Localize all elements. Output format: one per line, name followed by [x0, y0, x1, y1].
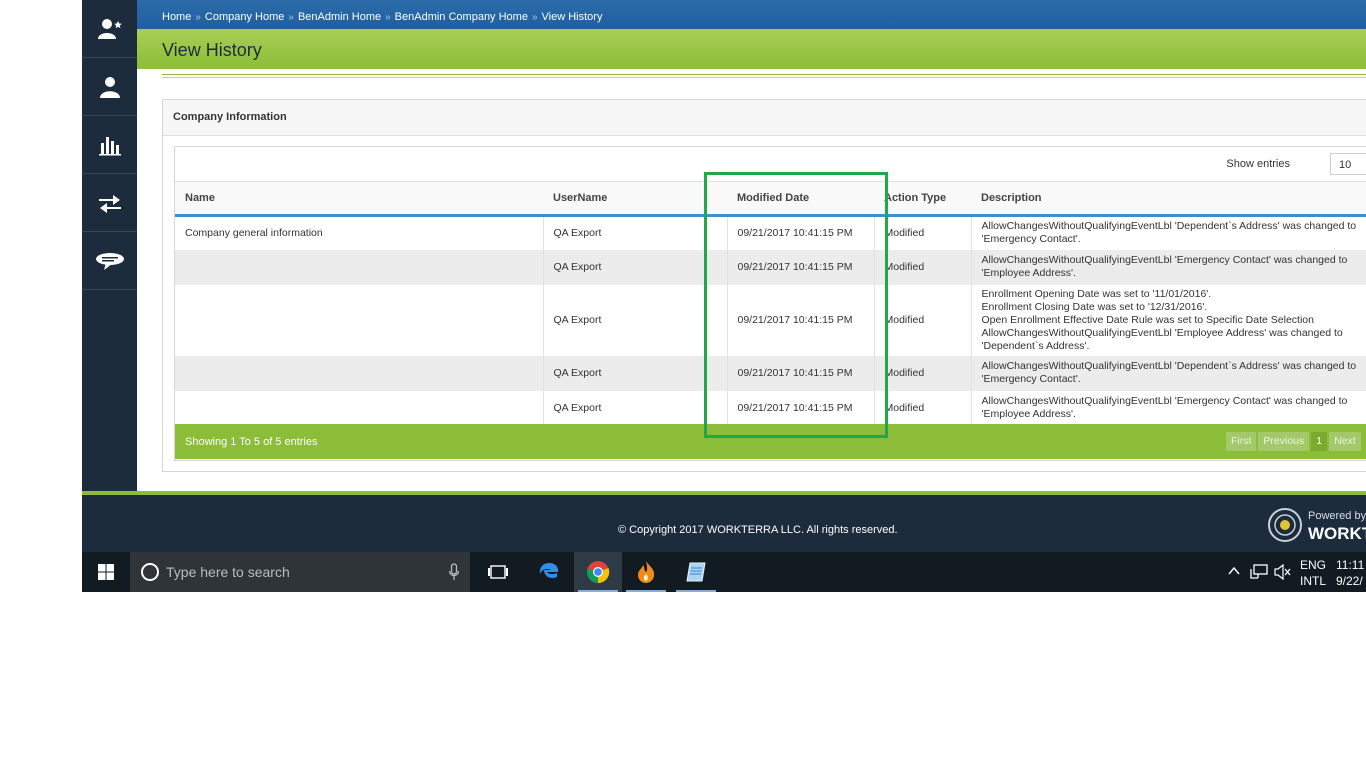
cell-description: AllowChangesWithoutQualifyingEventLbl 'D… — [971, 355, 1366, 391]
breadcrumb-company-home[interactable]: Company Home — [205, 11, 284, 23]
clock-time: 11:11 — [1336, 558, 1365, 572]
chevron-up-icon[interactable] — [1228, 566, 1240, 576]
task-view-icon[interactable] — [474, 552, 522, 592]
notepad-app-icon[interactable] — [672, 552, 720, 592]
cell-action-type: Modified — [874, 390, 972, 426]
breadcrumb-benadmin-home[interactable]: BenAdmin Home — [298, 11, 381, 23]
modified-date-highlight-box — [704, 172, 888, 438]
active-app-indicator — [578, 590, 618, 592]
clock-date: 9/22/ — [1336, 574, 1363, 588]
panel-header: Company Information — [163, 100, 1366, 136]
cell-name — [175, 355, 544, 391]
user-icon[interactable] — [82, 58, 137, 116]
powered-by-logo: Powered by WORKTERRA — [1267, 507, 1366, 543]
entries-per-page-select[interactable]: 10 — [1330, 153, 1366, 175]
cell-username: QA Export — [543, 249, 728, 285]
keyboard-layout: INTL — [1300, 574, 1327, 588]
cell-description: AllowChangesWithoutQualifyingEventLbl 'D… — [971, 215, 1366, 250]
pager-first-button[interactable]: First — [1226, 432, 1257, 451]
left-sidebar — [82, 0, 137, 491]
open-app-indicator — [676, 590, 716, 592]
windows-taskbar: Type here to search ENG INTL 11:11 9/22/ — [82, 552, 1366, 592]
volume-muted-icon[interactable] — [1274, 564, 1292, 580]
network-icon[interactable] — [1250, 564, 1268, 580]
breadcrumb-separator: » — [531, 12, 538, 23]
column-header-name[interactable]: Name — [175, 181, 543, 217]
divider — [162, 77, 1366, 78]
show-entries-label: Show entries — [1226, 158, 1290, 170]
microphone-icon[interactable] — [448, 563, 460, 581]
cell-name — [175, 390, 544, 426]
user-star-icon[interactable] — [82, 0, 137, 58]
panel-title: Company Information — [173, 111, 287, 123]
pager-next-button[interactable]: Next — [1329, 432, 1361, 451]
cell-username: QA Export — [543, 355, 728, 391]
column-header-action-type[interactable]: Action Type — [874, 181, 971, 217]
chrome-browser-icon[interactable] — [574, 552, 622, 592]
search-placeholder: Type here to search — [166, 564, 290, 580]
column-header-username[interactable]: UserName — [543, 181, 727, 217]
cell-username: QA Export — [543, 390, 728, 426]
language-code: ENG — [1300, 558, 1327, 572]
language-indicator[interactable]: ENG INTL — [1300, 557, 1326, 589]
bar-chart-icon[interactable] — [82, 116, 137, 174]
brand-name: WORKTERRA — [1308, 524, 1366, 543]
pager-previous-button[interactable]: Previous — [1258, 432, 1310, 451]
column-header-description[interactable]: Description — [971, 181, 1366, 217]
breadcrumb-separator: » — [385, 12, 391, 23]
flame-app-icon[interactable] — [622, 552, 670, 592]
cell-username: QA Export — [543, 215, 728, 250]
cell-description: AllowChangesWithoutQualifyingEventLbl 'E… — [971, 390, 1366, 426]
breadcrumb-separator: » — [195, 12, 201, 23]
breadcrumb-benadmin-company-home[interactable]: BenAdmin Company Home — [395, 11, 528, 23]
cell-action-type: Modified — [874, 215, 972, 250]
page-title: View History — [162, 40, 262, 60]
cell-name: Company general information — [175, 215, 544, 250]
cell-action-type: Modified — [874, 284, 972, 356]
windows-logo-icon — [98, 564, 114, 580]
edge-browser-icon[interactable] — [525, 552, 573, 592]
taskbar-search-box[interactable]: Type here to search — [130, 552, 470, 592]
entries-summary: Showing 1 To 5 of 5 entries — [185, 436, 318, 448]
cell-name — [175, 249, 544, 285]
chat-bubble-icon[interactable] — [82, 232, 137, 290]
breadcrumb-bar: Home» Company Home» BenAdmin Home» BenAdmin… — [137, 0, 1366, 29]
cell-action-type: Modified — [874, 355, 972, 391]
taskbar-clock[interactable]: 11:11 9/22/ — [1336, 557, 1364, 589]
pager-page-1[interactable]: 1 — [1311, 432, 1328, 451]
divider — [162, 74, 1366, 75]
workterra-logo-icon — [1268, 508, 1302, 542]
open-app-indicator — [626, 590, 666, 592]
breadcrumb-separator: » — [288, 12, 294, 23]
powered-by-label: Powered by — [1308, 510, 1366, 522]
copyright-text: © Copyright 2017 WORKTERRA LLC. All righ… — [618, 524, 898, 536]
windows-start-button[interactable] — [82, 552, 130, 592]
transfer-arrows-icon[interactable] — [82, 174, 137, 232]
site-footer: © Copyright 2017 WORKTERRA LLC. All righ… — [82, 491, 1366, 552]
cell-username: QA Export — [543, 284, 728, 356]
cell-action-type: Modified — [874, 249, 972, 285]
title-bar: View History — [137, 29, 1366, 69]
pagination: First Previous 1 Next — [1226, 432, 1361, 451]
breadcrumb-view-history: View History — [541, 11, 603, 23]
breadcrumb: Home» Company Home» BenAdmin Home» BenAdmin… — [162, 11, 602, 23]
cell-name — [175, 284, 544, 356]
cell-description: Enrollment Opening Date was set to '11/0… — [971, 284, 1366, 356]
cortana-icon — [141, 563, 159, 581]
breadcrumb-home[interactable]: Home — [162, 11, 191, 23]
cell-description: AllowChangesWithoutQualifyingEventLbl 'E… — [971, 249, 1366, 285]
